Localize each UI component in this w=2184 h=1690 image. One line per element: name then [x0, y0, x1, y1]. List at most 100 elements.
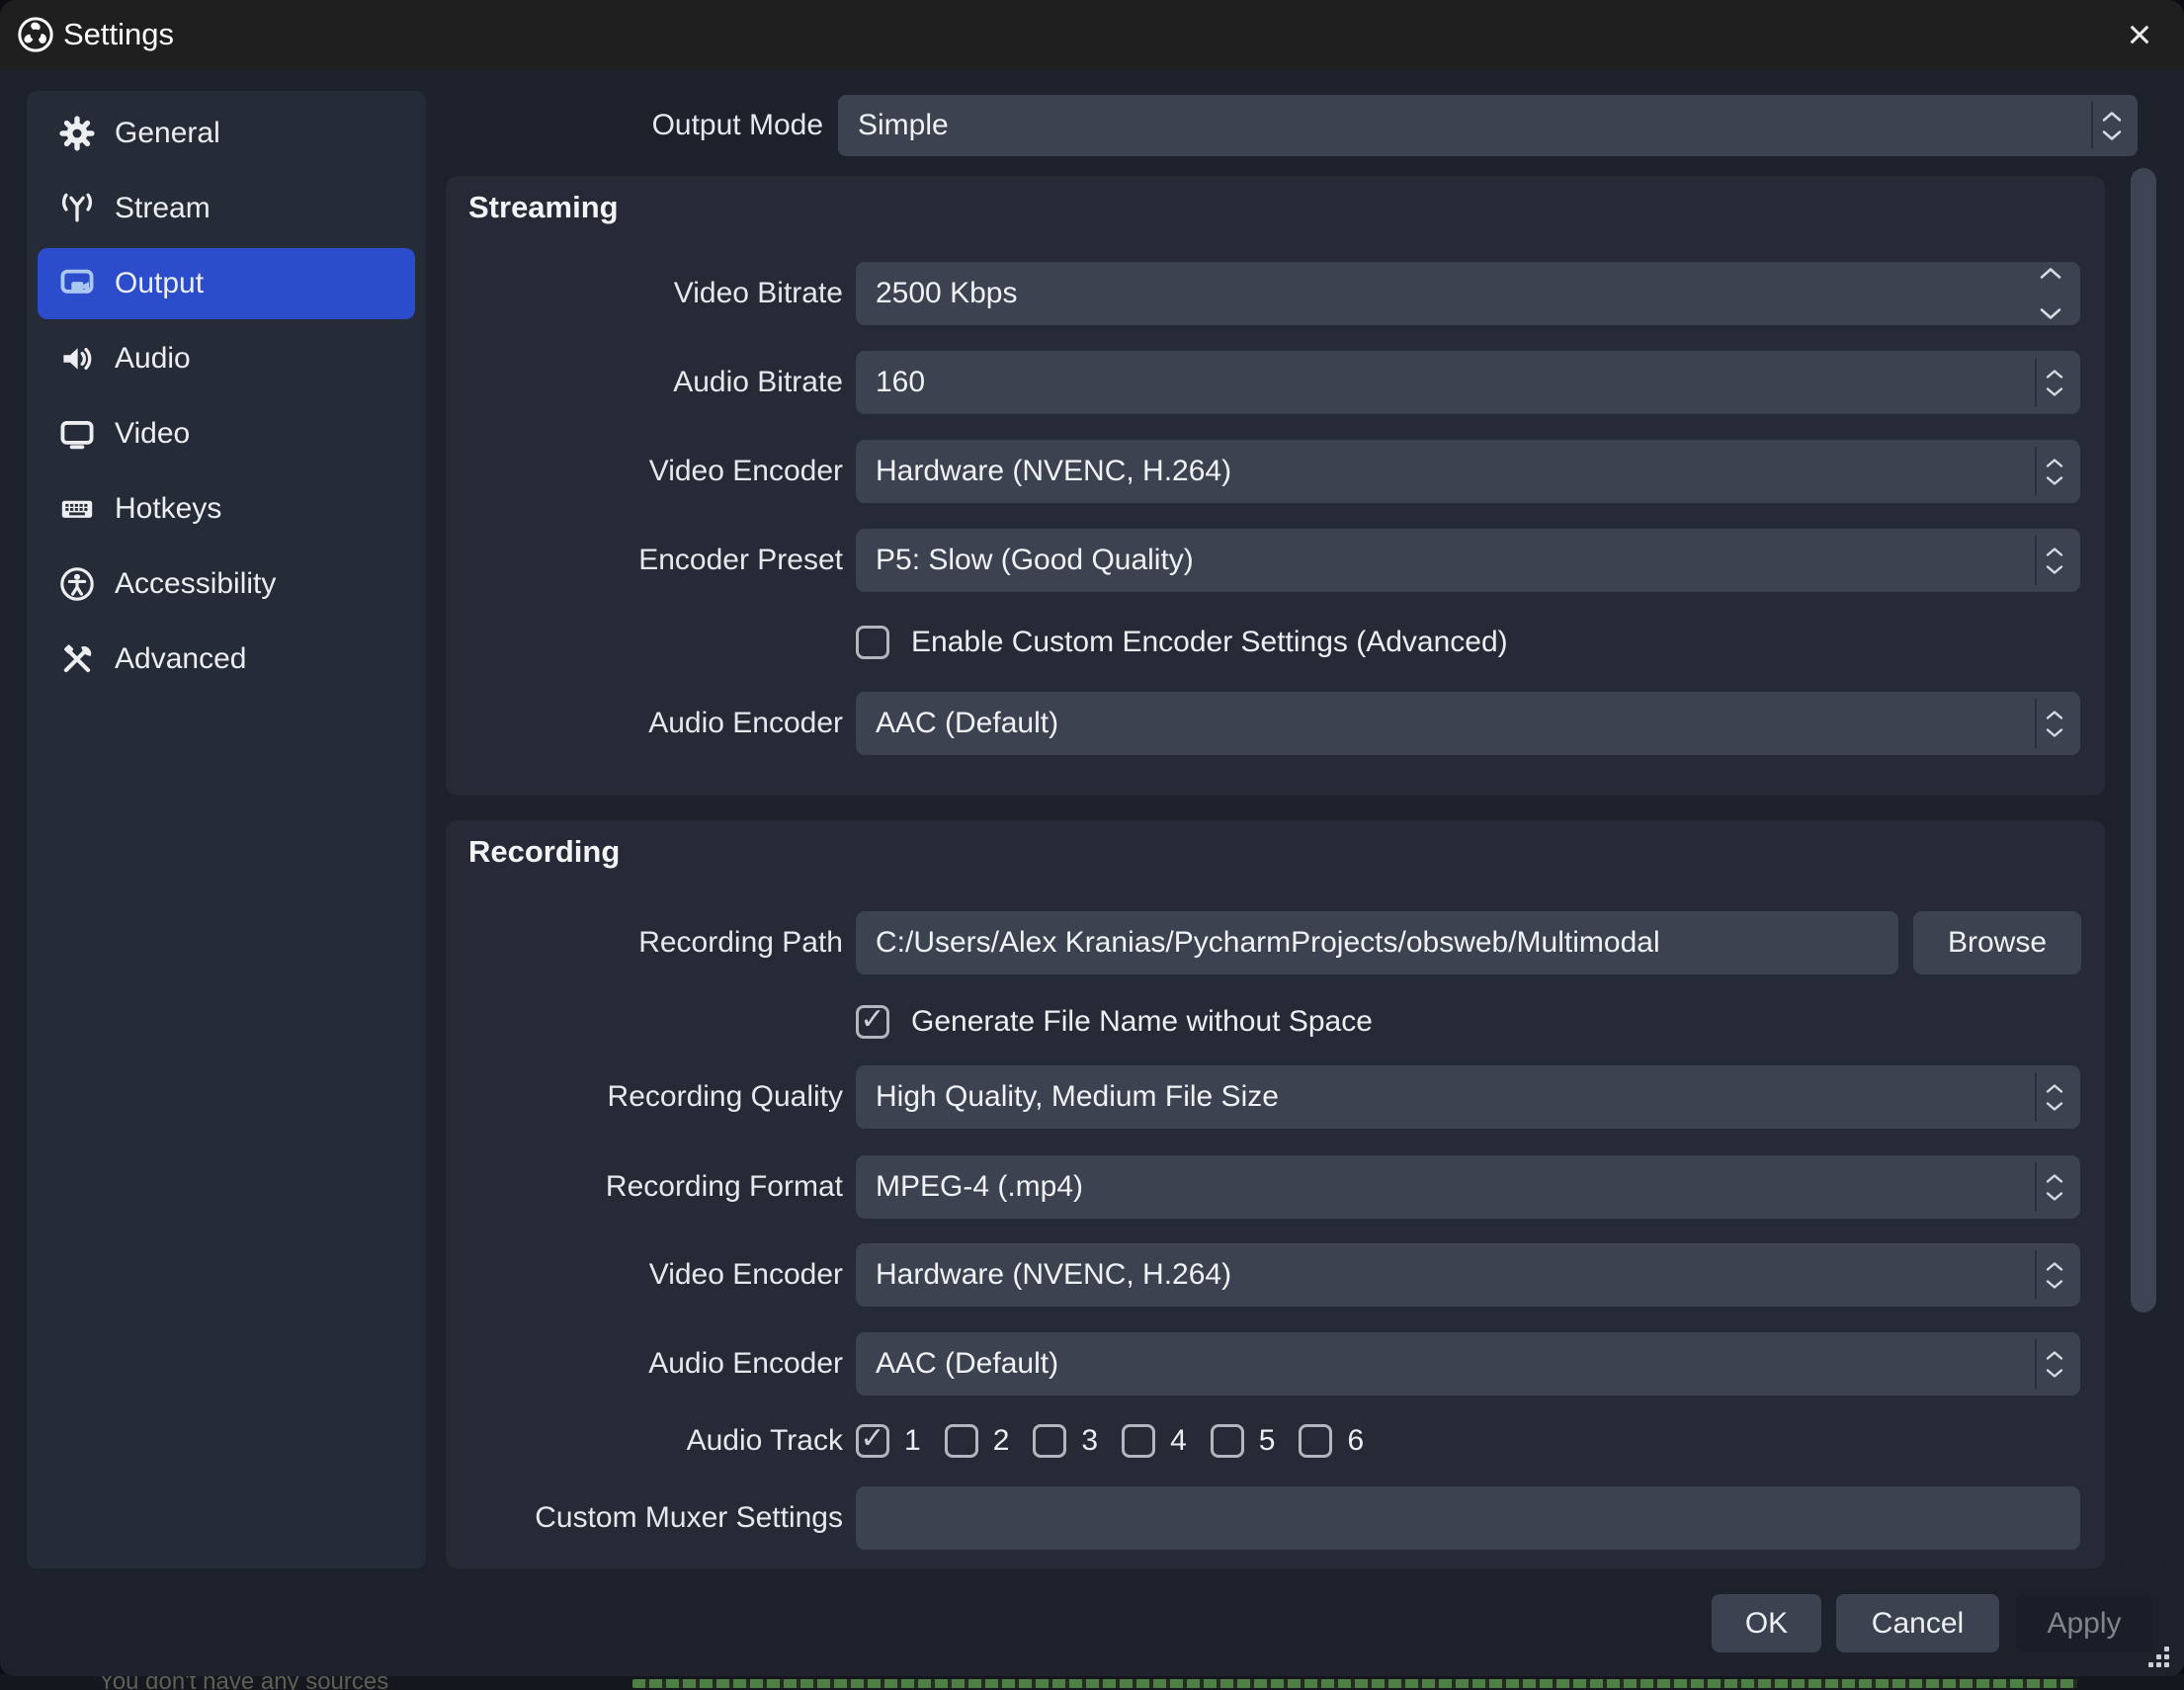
browse-button[interactable]: Browse: [1913, 911, 2081, 974]
chevron-up-icon: [2045, 1173, 2064, 1184]
recording-video-encoder-row: Video Encoder Hardware (NVENC, H.264): [446, 1243, 2105, 1307]
recording-audio-encoder-select[interactable]: AAC (Default): [856, 1332, 2080, 1395]
recording-quality-label: Recording Quality: [446, 1065, 843, 1129]
audio-track-4-label[interactable]: 4: [1170, 1424, 1187, 1458]
apply-button[interactable]: Apply: [2016, 1594, 2152, 1652]
settings-sidebar: General Stream: [27, 91, 426, 1568]
sidebar-item-accessibility[interactable]: Accessibility: [38, 549, 415, 620]
chevron-down-icon: [2045, 1101, 2064, 1112]
recording-path-input[interactable]: C:/Users/Alex Kranias/PycharmProjects/ob…: [856, 911, 1898, 974]
sidebar-item-label: Advanced: [115, 642, 246, 676]
sidebar-item-label: General: [115, 117, 220, 150]
audio-track-3-label[interactable]: 3: [1081, 1424, 1098, 1458]
recording-quality-row: Recording Quality High Quality, Medium F…: [446, 1065, 2105, 1129]
updown-chevrons: [2038, 1332, 2071, 1395]
chevron-down-icon: [2045, 1279, 2064, 1290]
sidebar-item-advanced[interactable]: Advanced: [38, 624, 415, 695]
chevron-up-icon: [2101, 111, 2123, 123]
audio-encoder-label: Audio Encoder: [446, 692, 843, 755]
settings-dialog: Settings ×: [0, 0, 2184, 1676]
check-icon: ✓: [860, 1005, 884, 1035]
sidebar-item-hotkeys[interactable]: Hotkeys: [38, 473, 415, 545]
titlebar[interactable]: Settings ×: [0, 0, 2184, 69]
audio-track-1-checkbox[interactable]: ✓: [856, 1424, 889, 1458]
background-window-strip: You don't have any sources: [0, 1674, 2184, 1690]
gear-icon: [56, 113, 98, 154]
custom-encoder-checkbox[interactable]: [856, 626, 889, 659]
encoder-preset-select[interactable]: P5: Slow (Good Quality): [856, 529, 2080, 592]
audio-track-5-label[interactable]: 5: [1259, 1424, 1276, 1458]
audio-track-4-checkbox[interactable]: [1122, 1424, 1155, 1458]
sidebar-item-label: Hotkeys: [115, 492, 221, 526]
scrollbar-thumb[interactable]: [2131, 168, 2156, 1312]
check-icon: ✓: [860, 1424, 884, 1454]
recording-audio-encoder-row: Audio Encoder AAC (Default): [446, 1332, 2105, 1395]
sidebar-item-stream[interactable]: Stream: [38, 173, 415, 244]
chevron-up-icon: [2045, 1350, 2064, 1361]
stream-video-encoder-row: Video Encoder Hardware (NVENC, H.264): [446, 440, 2105, 503]
tools-icon: [56, 638, 98, 680]
ok-button[interactable]: OK: [1712, 1594, 1821, 1652]
recording-section: Recording Recording Path C:/Users/Alex K…: [446, 820, 2105, 1568]
generate-filename-checkbox-label[interactable]: Generate File Name without Space: [911, 1005, 1373, 1039]
chevron-down-icon: [2045, 727, 2064, 738]
custom-muxer-label: Custom Muxer Settings: [446, 1486, 843, 1550]
sidebar-item-video[interactable]: Video: [38, 398, 415, 469]
chevron-down-icon: [2045, 475, 2064, 486]
audio-bitrate-select[interactable]: 160: [856, 351, 2080, 414]
accessibility-icon: [56, 563, 98, 605]
audio-track-label: Audio Track: [446, 1421, 843, 1461]
audio-track-5-checkbox[interactable]: [1211, 1424, 1244, 1458]
chevron-up-icon: [2045, 710, 2064, 720]
sidebar-item-audio[interactable]: Audio: [38, 323, 415, 394]
recording-section-title: Recording: [468, 834, 620, 870]
resize-grip[interactable]: [2148, 1647, 2170, 1668]
chevron-down-icon: [2045, 386, 2064, 397]
stream-video-encoder-select[interactable]: Hardware (NVENC, H.264): [856, 440, 2080, 503]
sidebar-item-output[interactable]: Output: [38, 248, 415, 319]
stream-audio-encoder-select[interactable]: AAC (Default): [856, 692, 2080, 755]
close-icon[interactable]: ×: [2117, 0, 2162, 69]
streaming-section: Streaming Video Bitrate 2500 Kbps Audio …: [446, 176, 2105, 796]
generate-filename-checkbox[interactable]: ✓: [856, 1005, 889, 1039]
recording-format-select[interactable]: MPEG-4 (.mp4): [856, 1155, 2080, 1219]
streaming-section-title: Streaming: [468, 190, 619, 225]
audio-track-6-label[interactable]: 6: [1347, 1424, 1364, 1458]
custom-encoder-settings-row: Enable Custom Encoder Settings (Advanced…: [856, 623, 1508, 662]
audio-track-2-checkbox[interactable]: [945, 1424, 978, 1458]
video-bitrate-label: Video Bitrate: [446, 262, 843, 325]
audio-track-6-checkbox[interactable]: [1299, 1424, 1332, 1458]
audio-track-2-label[interactable]: 2: [993, 1424, 1010, 1458]
audio-track-1-label[interactable]: 1: [904, 1424, 921, 1458]
custom-muxer-input[interactable]: [856, 1486, 2080, 1550]
video-bitrate-spinner[interactable]: 2500 Kbps: [856, 262, 2080, 325]
generate-filename-row: ✓ Generate File Name without Space: [856, 1002, 1373, 1042]
window-title: Settings: [63, 17, 174, 52]
audio-track-3-checkbox[interactable]: [1033, 1424, 1066, 1458]
obs-logo-icon: [16, 15, 55, 54]
updown-chevrons: [2038, 529, 2071, 592]
chevron-down-icon: [2039, 307, 2062, 320]
output-mode-select[interactable]: Simple: [838, 95, 2138, 156]
custom-encoder-checkbox-label[interactable]: Enable Custom Encoder Settings (Advanced…: [911, 626, 1508, 659]
chevron-up-icon: [2045, 1261, 2064, 1272]
sidebar-item-general[interactable]: General: [38, 98, 415, 169]
stream-audio-encoder-row: Audio Encoder AAC (Default): [446, 692, 2105, 755]
chevron-up-icon: [2045, 369, 2064, 380]
updown-arrows: [2034, 262, 2067, 325]
updown-chevrons: [2038, 351, 2071, 414]
updown-chevrons: [2095, 95, 2129, 156]
chevron-up-icon: [2045, 1083, 2064, 1094]
output-icon: [56, 263, 98, 304]
sidebar-item-label: Stream: [115, 192, 210, 225]
chevron-down-icon: [2045, 564, 2064, 575]
cancel-button[interactable]: Cancel: [1836, 1594, 1999, 1652]
sidebar-item-label: Output: [115, 267, 204, 300]
speaker-icon: [56, 338, 98, 380]
keyboard-icon: [56, 488, 98, 530]
recording-quality-select[interactable]: High Quality, Medium File Size: [856, 1065, 2080, 1129]
chevron-down-icon: [2045, 1368, 2064, 1379]
recording-video-encoder-select[interactable]: Hardware (NVENC, H.264): [856, 1243, 2080, 1307]
chevron-up-icon: [2039, 267, 2062, 280]
audio-bitrate-row: Audio Bitrate 160: [446, 351, 2105, 414]
